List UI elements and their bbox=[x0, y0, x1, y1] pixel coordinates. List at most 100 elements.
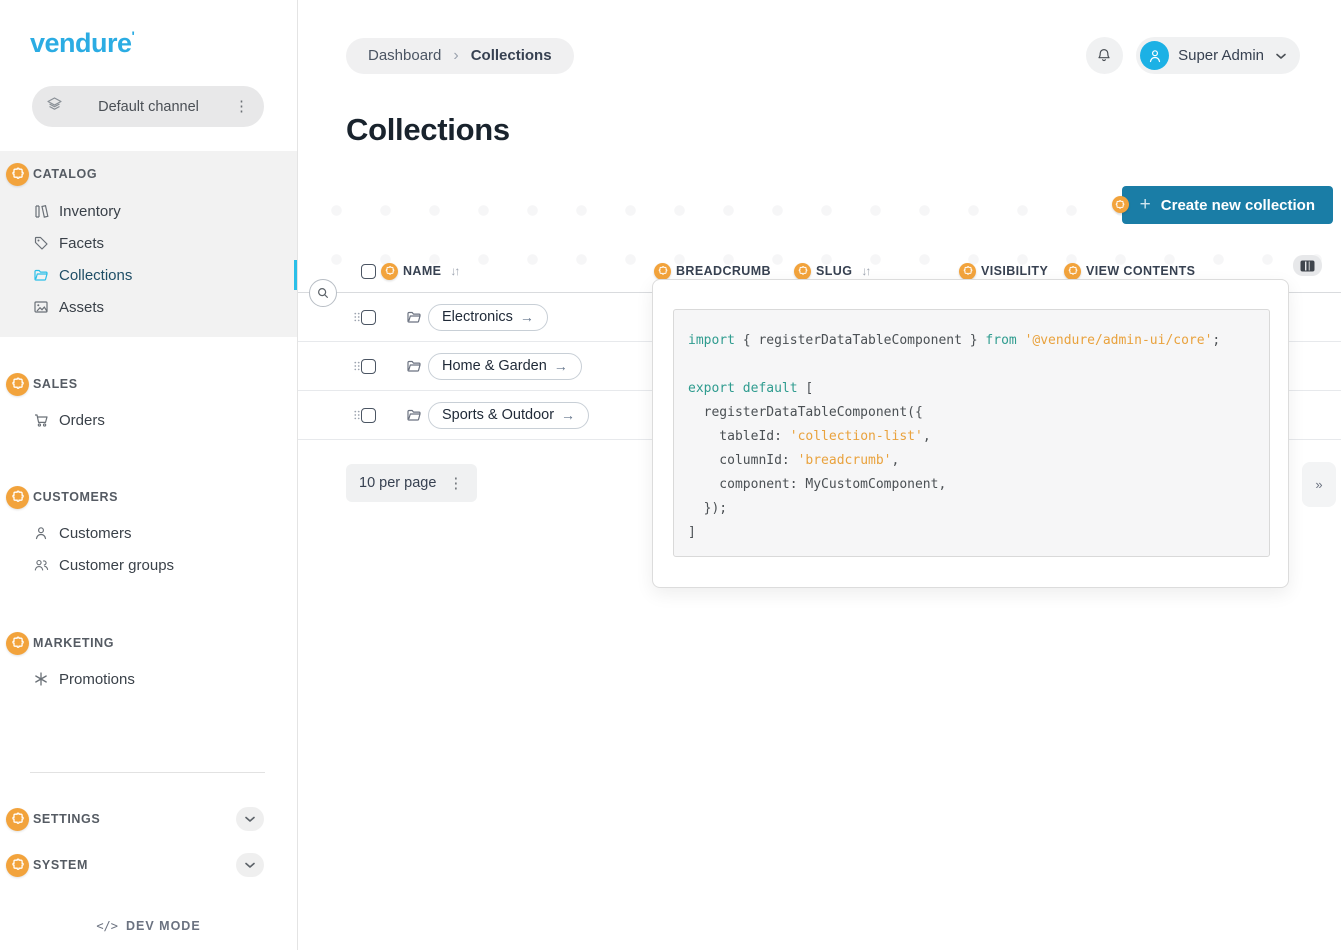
section-label-catalog: CATALOG bbox=[33, 167, 97, 181]
extension-point-badge[interactable] bbox=[6, 632, 29, 655]
row-checkbox[interactable] bbox=[361, 408, 376, 423]
page-title: Collections bbox=[346, 112, 510, 148]
extension-point-badge[interactable] bbox=[794, 263, 811, 280]
row-checkbox[interactable] bbox=[361, 359, 376, 374]
extension-point-badge[interactable] bbox=[654, 263, 671, 280]
chevron-right-icon: › bbox=[453, 47, 458, 65]
collection-link-home-garden[interactable]: Home & Garden → bbox=[428, 353, 582, 380]
chevron-down-icon bbox=[1273, 48, 1288, 63]
section-header-catalog: CATALOG bbox=[0, 159, 297, 189]
items-per-page-selector[interactable]: 10 per page ⋮ bbox=[346, 464, 477, 502]
code-line: export default [ bbox=[688, 377, 1259, 401]
channel-menu-icon[interactable]: ⋮ bbox=[234, 99, 250, 114]
section-label-customers: CUSTOMERS bbox=[33, 490, 118, 504]
collection-link-electronics[interactable]: Electronics → bbox=[428, 304, 548, 331]
sidebar-item-label: Customer groups bbox=[59, 557, 174, 574]
sidebar-item-inventory[interactable]: Inventory bbox=[0, 195, 297, 227]
person-icon bbox=[33, 525, 50, 541]
sidebar-item-label: Orders bbox=[59, 412, 105, 429]
user-name: Super Admin bbox=[1178, 47, 1264, 64]
code-line: ] bbox=[688, 521, 1259, 545]
collection-name: Sports & Outdoor bbox=[442, 407, 554, 423]
folder-icon bbox=[33, 267, 50, 283]
main-content: Dashboard › Collections Super Admin Coll… bbox=[298, 0, 1341, 950]
logo-accent-mark: ' bbox=[132, 28, 135, 44]
sidebar-item-customer-groups[interactable]: Customer groups bbox=[0, 549, 297, 581]
logo-text: vendure bbox=[30, 28, 132, 58]
column-header-visibility[interactable]: VISIBILITY bbox=[981, 264, 1048, 278]
section-header-sales: SALES bbox=[0, 369, 297, 399]
collection-link-sports-outdoor[interactable]: Sports & Outdoor → bbox=[428, 402, 589, 429]
expand-settings-button[interactable] bbox=[236, 807, 264, 831]
breadcrumb: Dashboard › Collections bbox=[346, 38, 574, 74]
th-select-all: NAME ↓↑ bbox=[361, 250, 458, 292]
code-line: tableId: 'collection-list', bbox=[688, 425, 1259, 449]
extension-point-badge[interactable] bbox=[1112, 196, 1129, 213]
create-new-collection-button[interactable]: + Create new collection bbox=[1122, 186, 1333, 224]
asterisk-icon bbox=[33, 671, 50, 687]
extension-point-badge[interactable] bbox=[6, 373, 29, 396]
sort-icon[interactable]: ↓↑ bbox=[450, 264, 458, 278]
dev-mode-code-popover: import { registerDataTableComponent } fr… bbox=[652, 279, 1289, 588]
per-page-label: 10 per page bbox=[359, 475, 436, 491]
code-line: }); bbox=[688, 497, 1259, 521]
sidebar-item-label: Facets bbox=[59, 235, 104, 252]
column-header-name[interactable]: NAME bbox=[403, 264, 441, 278]
channel-switcher[interactable]: Default channel ⋮ bbox=[32, 86, 264, 127]
extension-point-badge[interactable] bbox=[959, 263, 976, 280]
sidebar-item-customers[interactable]: Customers bbox=[0, 517, 297, 549]
sidebar-section-system: SYSTEM bbox=[0, 851, 297, 879]
section-label-sales: SALES bbox=[33, 377, 78, 391]
search-button[interactable] bbox=[309, 279, 337, 307]
cart-icon bbox=[33, 412, 50, 428]
column-header-breadcrumb[interactable]: BREADCRUMB bbox=[676, 264, 771, 278]
extension-point-badge[interactable] bbox=[6, 854, 29, 877]
extension-point-badge[interactable] bbox=[381, 263, 398, 280]
dev-mode-toggle[interactable]: </> DEV MODE bbox=[0, 919, 297, 933]
column-header-slug[interactable]: SLUG bbox=[816, 264, 852, 278]
sidebar-item-assets[interactable]: Assets bbox=[0, 291, 297, 323]
column-header-view-contents[interactable]: VIEW CONTENTS bbox=[1086, 264, 1195, 278]
column-settings-button[interactable] bbox=[1293, 255, 1322, 276]
code-snippet: import { registerDataTableComponent } fr… bbox=[673, 309, 1270, 557]
sort-icon[interactable]: ↓↑ bbox=[861, 264, 869, 278]
arrow-right-icon: → bbox=[561, 407, 575, 423]
select-all-checkbox[interactable] bbox=[361, 264, 376, 279]
sidebar-item-promotions[interactable]: Promotions bbox=[0, 663, 297, 695]
extension-point-badge[interactable] bbox=[6, 163, 29, 186]
tag-icon bbox=[33, 235, 50, 251]
topbar-right: Super Admin bbox=[1086, 37, 1300, 74]
layers-icon bbox=[46, 96, 63, 117]
section-label-system: SYSTEM bbox=[33, 858, 88, 872]
people-icon bbox=[33, 557, 50, 573]
collection-name: Home & Garden bbox=[442, 358, 547, 374]
sidebar-item-collections[interactable]: Collections bbox=[0, 259, 297, 291]
next-page-button[interactable]: » bbox=[1302, 462, 1336, 507]
extension-point-badge[interactable] bbox=[1064, 263, 1081, 280]
code-line: component: MyCustomComponent, bbox=[688, 473, 1259, 497]
breadcrumb-collections[interactable]: Collections bbox=[471, 47, 552, 64]
section-header-marketing: MARKETING bbox=[0, 628, 297, 658]
user-menu[interactable]: Super Admin bbox=[1136, 37, 1300, 74]
expand-system-button[interactable] bbox=[236, 853, 264, 877]
sidebar-item-label: Assets bbox=[59, 299, 104, 316]
section-label-settings: SETTINGS bbox=[33, 812, 100, 826]
row-checkbox[interactable] bbox=[361, 310, 376, 325]
active-indicator-bar bbox=[294, 260, 297, 290]
collection-name: Electronics bbox=[442, 309, 513, 325]
arrow-right-icon: → bbox=[554, 358, 568, 374]
sidebar-item-facets[interactable]: Facets bbox=[0, 227, 297, 259]
plus-icon: + bbox=[1140, 194, 1151, 216]
folder-icon bbox=[406, 358, 422, 374]
channel-label: Default channel bbox=[63, 99, 234, 115]
sidebar-item-orders[interactable]: Orders bbox=[0, 404, 297, 436]
sidebar-item-label: Promotions bbox=[59, 671, 135, 688]
folder-icon bbox=[406, 309, 422, 325]
notifications-button[interactable] bbox=[1086, 37, 1123, 74]
arrow-right-icon: → bbox=[520, 309, 534, 325]
extension-point-badge[interactable] bbox=[6, 486, 29, 509]
extension-point-badge[interactable] bbox=[6, 808, 29, 831]
breadcrumb-dashboard[interactable]: Dashboard bbox=[368, 47, 441, 64]
vendure-logo[interactable]: vendure' bbox=[30, 28, 297, 59]
code-line: registerDataTableComponent({ bbox=[688, 401, 1259, 425]
